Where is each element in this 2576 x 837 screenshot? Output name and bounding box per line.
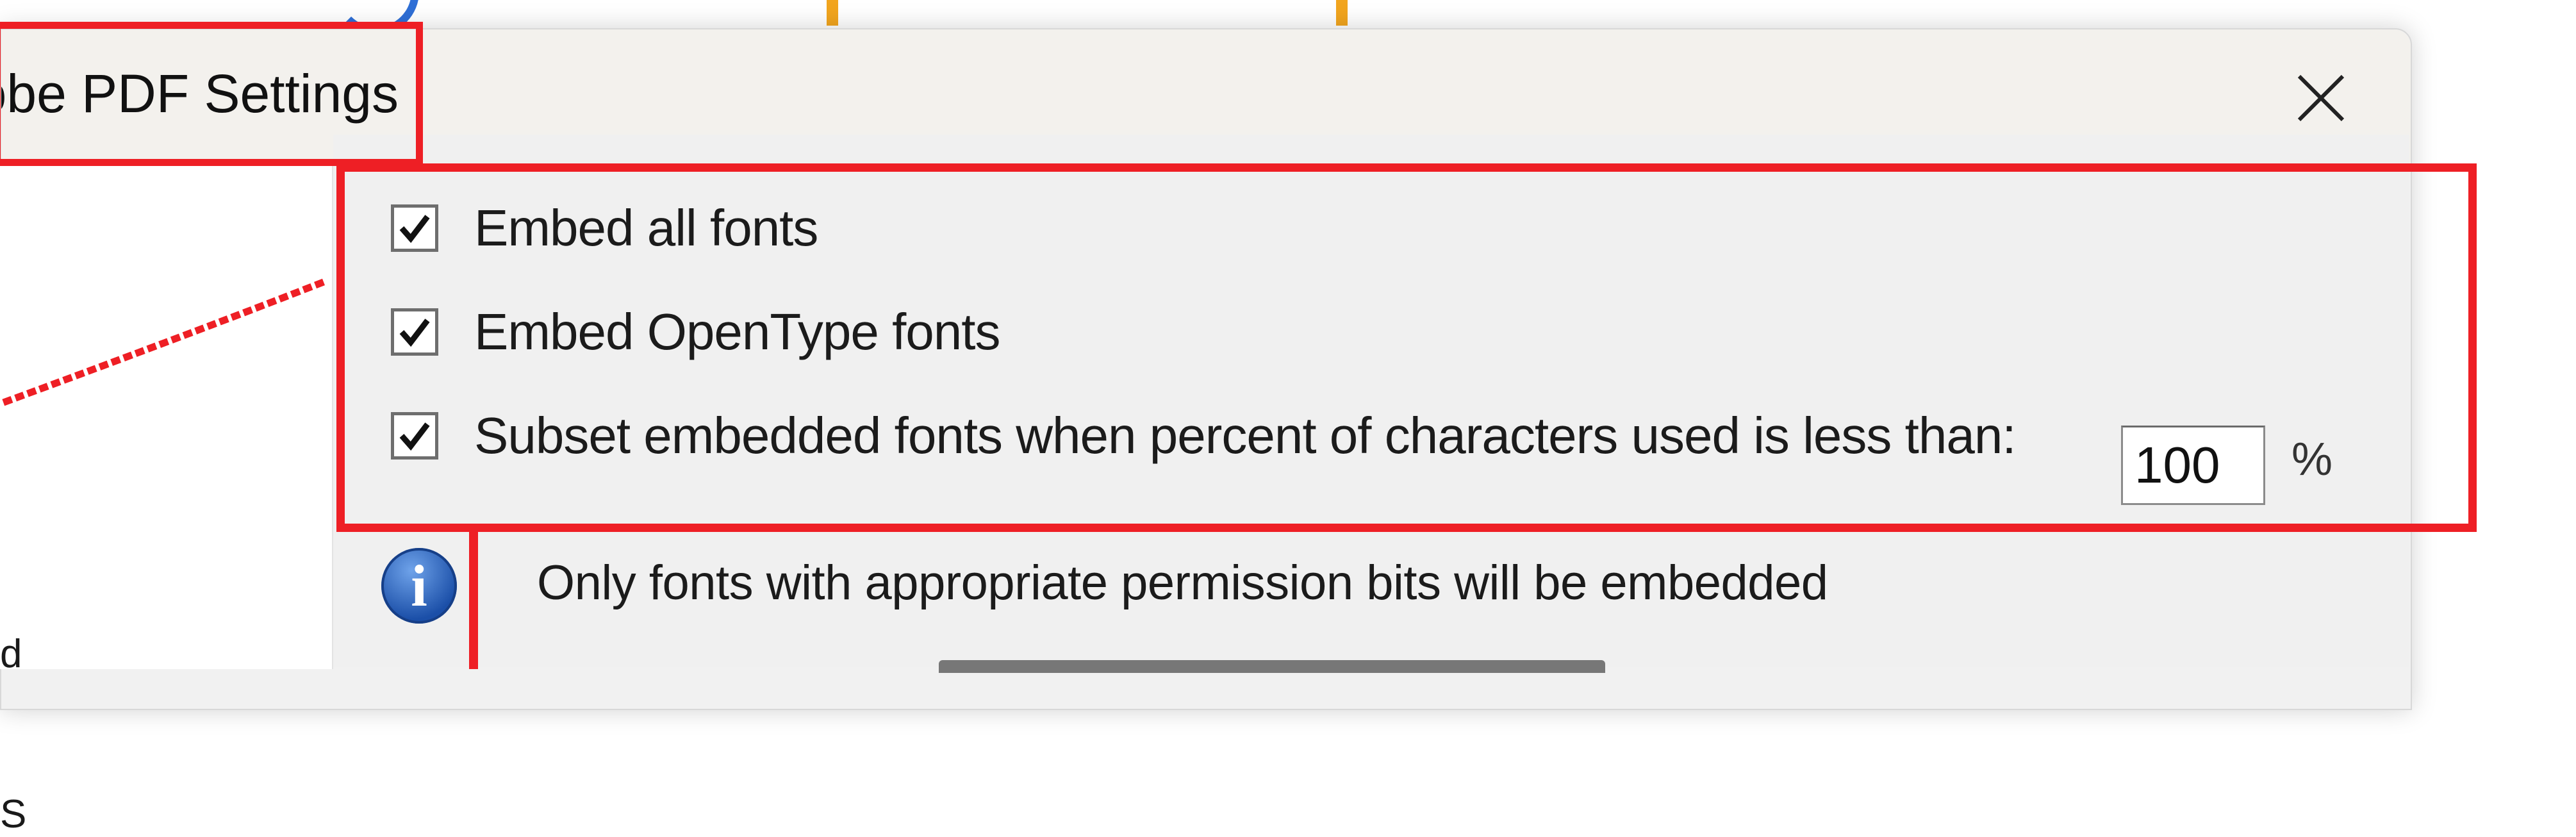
close-button[interactable] — [2286, 63, 2356, 133]
background-orange-line — [827, 0, 838, 26]
category-item-partial[interactable]: S — [0, 791, 26, 837]
highlight-connector-dashed — [0, 278, 325, 408]
category-item-partial[interactable]: d — [0, 631, 22, 677]
close-icon — [2297, 74, 2345, 122]
font-options-highlight-box — [336, 163, 2477, 532]
info-message: Only fonts with appropriate permission b… — [537, 556, 1828, 610]
info-icon: i — [381, 548, 457, 624]
partial-gray-button[interactable] — [939, 660, 1605, 673]
highlight-connector-vertical — [469, 532, 478, 669]
background-orange-line — [1336, 0, 1348, 26]
